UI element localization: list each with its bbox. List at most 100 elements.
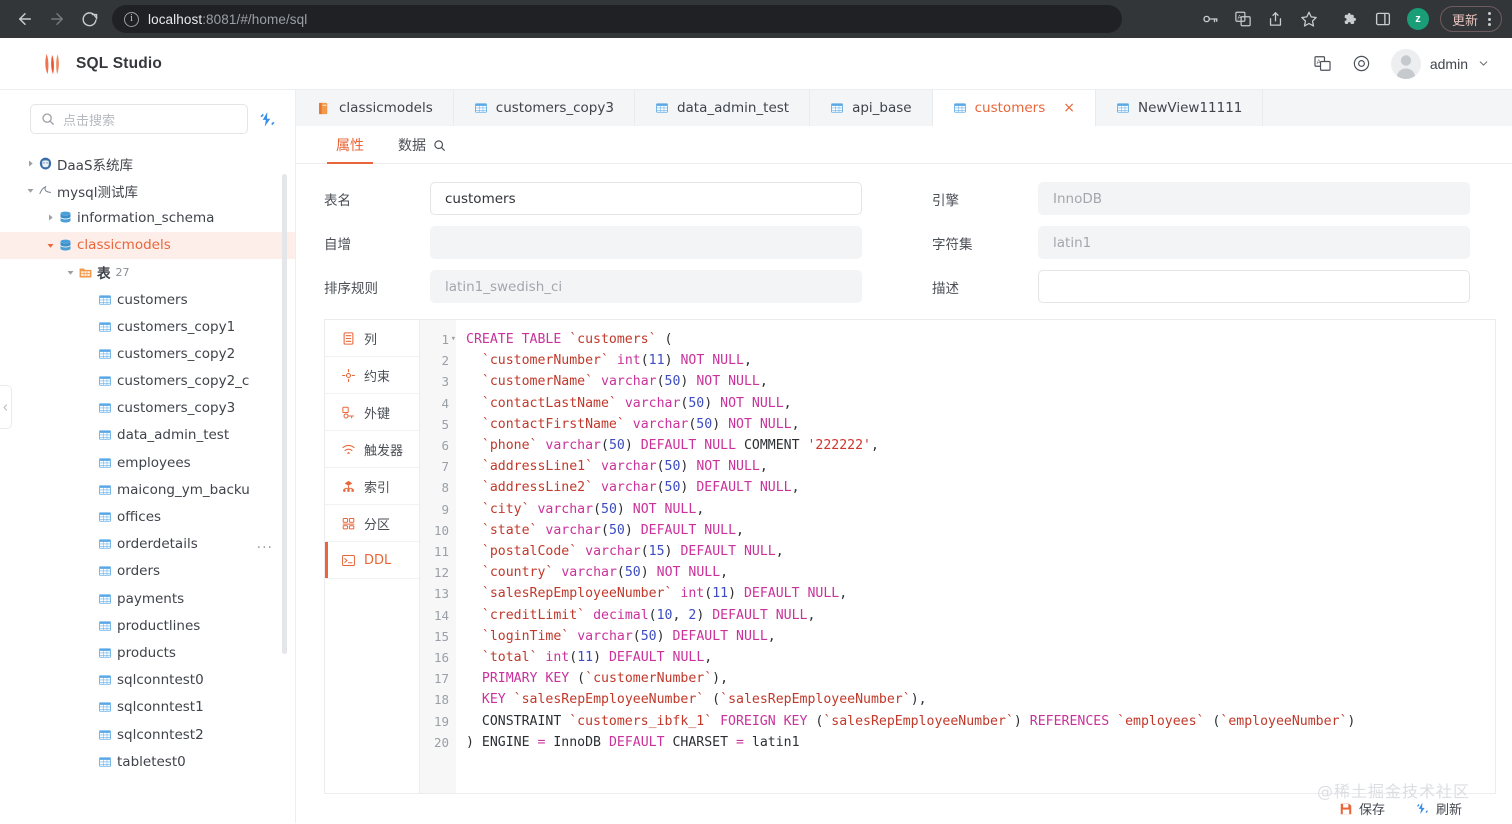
tab-data[interactable]: 数据 bbox=[398, 135, 446, 163]
object-menu-索引[interactable]: 索引 bbox=[325, 468, 419, 505]
form-label: 引擎 bbox=[932, 189, 1024, 209]
tree-node-caret[interactable] bbox=[22, 186, 38, 195]
browser-profile-avatar[interactable]: z bbox=[1407, 8, 1429, 30]
kebab-menu-icon[interactable] bbox=[1484, 12, 1495, 26]
object-type-menu[interactable]: 列约束外键触发器索引分区DDL bbox=[325, 320, 420, 793]
object-menu-DDL[interactable]: DDL bbox=[325, 542, 419, 579]
chevron-down-icon[interactable] bbox=[1477, 57, 1490, 70]
editor-tab-customers[interactable]: customers× bbox=[933, 90, 1096, 126]
tree-node-offices[interactable]: offices bbox=[0, 503, 295, 530]
address-bar[interactable]: i localhost:8081/#/home/sql bbox=[112, 5, 1122, 33]
tree-node-caret[interactable] bbox=[62, 268, 78, 277]
translate-button[interactable]: A bbox=[1228, 4, 1258, 34]
database-tree[interactable]: DaaS系统库mysql测试库information_schemaclassic… bbox=[0, 144, 295, 823]
code-token: DEFAULT NULL bbox=[641, 438, 736, 453]
tree-node-data_admin_test[interactable]: data_admin_test bbox=[0, 422, 295, 449]
code-token: `postalCode` bbox=[482, 544, 577, 559]
code-editor[interactable]: 1▾234567891011121314151617181920 CREATE … bbox=[420, 320, 1495, 793]
object-menu-列[interactable]: 列 bbox=[325, 320, 419, 357]
tab-properties[interactable]: 属性 bbox=[336, 135, 364, 163]
code-token bbox=[617, 396, 625, 411]
tree-node-more-button[interactable]: ... bbox=[257, 536, 273, 552]
tree-node-sqlconntest2[interactable]: sqlconntest2 bbox=[0, 721, 295, 748]
back-button[interactable] bbox=[10, 4, 40, 34]
code-token: , bbox=[760, 374, 768, 389]
refresh-tree-button[interactable] bbox=[258, 110, 277, 129]
tree-node-sqlconntest1[interactable]: sqlconntest1 bbox=[0, 694, 295, 721]
sidebar-collapse-button[interactable] bbox=[0, 385, 12, 429]
refresh-button[interactable]: 刷新 bbox=[1415, 799, 1462, 818]
code-token: `salesRepEmployeeNumber` bbox=[482, 586, 673, 601]
table-icon bbox=[98, 673, 112, 687]
object-menu-分区[interactable]: 分区 bbox=[325, 505, 419, 542]
tree-node-customers[interactable]: customers bbox=[0, 286, 295, 313]
tree-node-employees[interactable]: employees bbox=[0, 449, 295, 476]
tree-node-products[interactable]: products bbox=[0, 639, 295, 666]
sidebar-scrollbar[interactable] bbox=[282, 174, 287, 654]
forward-button[interactable] bbox=[42, 4, 72, 34]
tree-node-customers_copy2_c[interactable]: customers_copy2_c bbox=[0, 368, 295, 395]
language-switch-button[interactable]: A bbox=[1313, 54, 1332, 73]
code-token: ) bbox=[728, 586, 744, 601]
tree-node-customers_copy1[interactable]: customers_copy1 bbox=[0, 313, 295, 340]
tree-node-caret[interactable] bbox=[42, 241, 58, 250]
tree-node-customers_copy2[interactable]: customers_copy2 bbox=[0, 340, 295, 367]
code-token: ) bbox=[680, 374, 696, 389]
fold-toggle-icon[interactable]: ▾ bbox=[451, 329, 456, 350]
tree-node-caret[interactable] bbox=[22, 159, 38, 168]
tree-node-orderdetails[interactable]: orderdetails... bbox=[0, 531, 295, 558]
extensions-button[interactable] bbox=[1335, 4, 1365, 34]
tree-node-caret[interactable] bbox=[42, 213, 58, 222]
sub-tab-bar[interactable]: 属性 数据 bbox=[296, 126, 1512, 164]
tree-node-customers_copy3[interactable]: customers_copy3 bbox=[0, 395, 295, 422]
code-token: ( bbox=[657, 459, 665, 474]
code-line: `creditLimit` decimal(10, 2) DEFAULT NUL… bbox=[466, 605, 1495, 626]
tree-node-information_schema[interactable]: information_schema bbox=[0, 204, 295, 231]
user-menu[interactable]: admin bbox=[1391, 49, 1490, 79]
search-icon[interactable] bbox=[433, 139, 446, 152]
tree-node-orders[interactable]: orders bbox=[0, 558, 295, 585]
line-number: 16 bbox=[420, 647, 449, 668]
search-input[interactable]: 点击搜索 bbox=[30, 104, 248, 134]
password-manager-button[interactable] bbox=[1195, 4, 1225, 34]
line-number: 15 bbox=[420, 626, 449, 647]
object-menu-外键[interactable]: 外键 bbox=[325, 394, 419, 431]
code-token: varchar bbox=[545, 438, 601, 453]
editor-tab-classicmodels[interactable]: classicmodels bbox=[296, 90, 454, 126]
object-menu-约束[interactable]: 约束 bbox=[325, 357, 419, 394]
tree-node-productlines[interactable]: productlines bbox=[0, 612, 295, 639]
tree-node-sqlconntest0[interactable]: sqlconntest0 bbox=[0, 667, 295, 694]
side-panel-button[interactable] bbox=[1368, 4, 1398, 34]
editor-tab-bar[interactable]: classicmodelscustomers_copy3data_admin_t… bbox=[296, 90, 1512, 126]
code-token bbox=[506, 692, 514, 707]
editor-tab-customers_copy3[interactable]: customers_copy3 bbox=[454, 90, 635, 126]
tree-node-label: data_admin_test bbox=[117, 427, 229, 443]
editor-tab-data_admin_test[interactable]: data_admin_test bbox=[635, 90, 810, 126]
ddl-code[interactable]: CREATE TABLE `customers` ( `customerNumb… bbox=[456, 320, 1495, 793]
code-token: InnoDB bbox=[545, 735, 609, 750]
code-token: ) ENGINE bbox=[466, 735, 537, 750]
update-button[interactable]: 更新 bbox=[1440, 6, 1502, 32]
editor-tab-api_base[interactable]: api_base bbox=[810, 90, 933, 126]
info-icon[interactable]: i bbox=[124, 12, 139, 27]
editor-tab-NewView11111[interactable]: NewView11111 bbox=[1096, 90, 1263, 126]
close-icon[interactable]: × bbox=[1063, 101, 1075, 115]
tree-node-payments[interactable]: payments bbox=[0, 585, 295, 612]
form-field-表名[interactable]: customers bbox=[430, 182, 862, 215]
tree-node-maicong_ym_backu[interactable]: maicong_ym_backu bbox=[0, 476, 295, 503]
tree-node-tabletest0[interactable]: tabletest0 bbox=[0, 748, 295, 775]
settings-button[interactable] bbox=[1352, 54, 1371, 73]
reload-button[interactable] bbox=[74, 4, 104, 34]
code-line: CONSTRAINT `customers_ibfk_1` FOREIGN KE… bbox=[466, 711, 1495, 732]
save-button[interactable]: 保存 bbox=[1339, 799, 1385, 818]
object-menu-触发器[interactable]: 触发器 bbox=[325, 431, 419, 468]
code-token bbox=[466, 353, 482, 368]
tree-node-mysql测试库[interactable]: mysql测试库 bbox=[0, 177, 295, 204]
bookmark-button[interactable] bbox=[1294, 4, 1324, 34]
tree-node-classicmodels[interactable]: classicmodels bbox=[0, 232, 295, 259]
form-field-描述[interactable] bbox=[1038, 270, 1470, 303]
tree-node-DaaS系统库[interactable]: DaaS系统库 bbox=[0, 150, 295, 177]
table-icon bbox=[98, 755, 112, 769]
share-button[interactable] bbox=[1261, 4, 1291, 34]
tree-node-表[interactable]: 表27 bbox=[0, 259, 295, 286]
